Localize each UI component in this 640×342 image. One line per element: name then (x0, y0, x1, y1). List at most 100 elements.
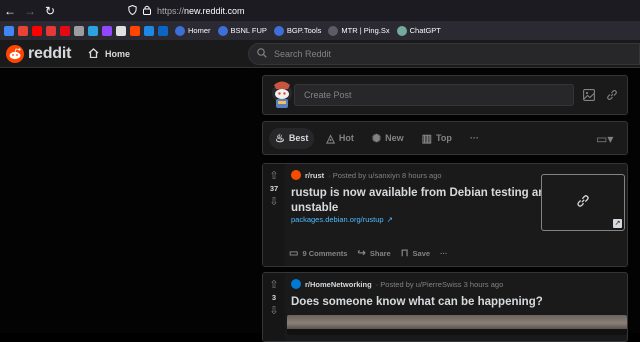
post-title[interactable]: rustup is now available from Debian test… (291, 186, 552, 216)
twitch-icon[interactable] (102, 25, 112, 36)
image-upload-icon[interactable] (583, 89, 595, 104)
posted-by: · Posted by u/sanxiyn 8 hours ago (328, 170, 442, 180)
comment-icon: ▭ (289, 248, 299, 259)
url-host: new.reddit.com (184, 5, 245, 16)
reload-icon[interactable]: ↻ (40, 0, 60, 21)
sort-label: New (385, 133, 404, 143)
red-square-icon[interactable] (46, 25, 56, 36)
upvote-icon[interactable]: ⇧ (269, 279, 278, 291)
more-options-button[interactable]: ··· (440, 248, 448, 259)
save-button[interactable]: ⊓ Save (401, 248, 430, 259)
reddit-snoo-icon (6, 44, 24, 63)
subreddit-link[interactable]: r/HomeNetworking (305, 280, 372, 289)
x-icon[interactable] (116, 25, 126, 36)
edge-icon[interactable] (144, 25, 154, 36)
reddit-icon[interactable] (130, 25, 140, 36)
lock-icon[interactable] (143, 5, 151, 17)
flame-icon: ◬ (326, 132, 335, 145)
bookmark-item[interactable]: Homer (175, 25, 211, 36)
search-box[interactable]: Search Reddit (248, 43, 640, 65)
bookmark-item[interactable]: BGP.Tools (273, 25, 322, 36)
browser-toolbar: ← → ↻ https://new.reddit.com (0, 0, 640, 21)
forward-icon[interactable]: → (20, 0, 40, 21)
youtube-icon[interactable] (32, 25, 42, 36)
subreddit-icon[interactable] (291, 170, 301, 180)
url-text[interactable]: https://new.reddit.com (157, 6, 245, 16)
bookmark-item[interactable]: ChatGPT (396, 25, 441, 36)
posted-by: · Posted by u/PierreSwiss 3 hours ago (375, 279, 504, 289)
sort-top-button[interactable]: ▥ Top (416, 128, 458, 149)
bookmark-label: MTR | Ping.Sx (341, 26, 390, 35)
subreddit-icon[interactable] (291, 279, 301, 289)
bookmarks-bar: Homer BSNL FUP BGP.Tools MTR | Ping.Sx ChatG… (0, 21, 640, 40)
layout-toggle-icon[interactable]: ▭▾ (596, 132, 613, 146)
sparkle-icon: ✺ (371, 132, 382, 145)
gmail-icon[interactable] (18, 25, 28, 36)
globe-icon (273, 25, 284, 36)
subreddit-link[interactable]: r/rust (305, 171, 324, 180)
post-title-line: Does someone know what can be happening? (291, 296, 543, 308)
shield-icon[interactable] (128, 4, 137, 17)
sort-label: Hot (338, 133, 354, 143)
sort-new-button[interactable]: ✺ New (366, 128, 410, 149)
upvote-icon[interactable]: ⇧ (269, 170, 278, 182)
post-actions: ▭ 9 Comments ↪ Share ⊓ Save ··· (289, 248, 448, 259)
bookmark-label: BGP.Tools (286, 26, 322, 35)
post-image-preview[interactable] (287, 315, 627, 335)
share-icon: ↪ (357, 248, 366, 259)
home-dropdown[interactable]: Home (84, 43, 234, 65)
reddit-wordmark: reddit (28, 44, 72, 62)
post-card[interactable]: ⇧ 3 ⇩ r/HomeNetworking · Posted by u/Pie… (262, 272, 628, 342)
post-thumbnail[interactable]: ↗ (541, 174, 625, 231)
post-link[interactable]: packages.debian.org/rustup ↗ (291, 215, 393, 224)
grid-icon[interactable] (74, 25, 84, 36)
sort-more-button[interactable]: ··· (464, 129, 485, 147)
vote-column: ⇧ 3 ⇩ (263, 273, 285, 341)
linkedin-icon[interactable] (158, 25, 168, 36)
bar-chart-icon: ▥ (421, 132, 432, 145)
save-label: Save (412, 249, 431, 258)
google-icon[interactable] (4, 25, 14, 36)
bookmark-label: Homer (188, 26, 211, 35)
telegram-icon[interactable] (88, 25, 98, 36)
share-button[interactable]: ↪ Share (357, 248, 390, 259)
sort-best-button[interactable]: ♨ Best (269, 127, 315, 149)
globe-icon (175, 25, 185, 36)
post-meta: r/HomeNetworking · Posted by u/PierreSwi… (291, 279, 503, 289)
link-icon (576, 194, 590, 211)
sort-bar: ♨ Best ◬ Hot ✺ New ▥ Top ··· ▭▾ (262, 121, 628, 155)
downvote-icon[interactable]: ⇩ (269, 305, 278, 317)
share-label: Share (369, 249, 391, 258)
downvote-icon[interactable]: ⇩ (269, 196, 278, 208)
chatgpt-icon (396, 25, 407, 36)
bookmark-label: BSNL FUP (230, 26, 267, 35)
home-icon (88, 48, 99, 60)
create-post-card: Create Post (262, 75, 628, 115)
globe-icon (217, 25, 228, 36)
bookmark-icon: ⊓ (400, 248, 409, 259)
expand-icon[interactable]: ↗ (613, 219, 622, 228)
comments-button[interactable]: ▭ 9 Comments (289, 248, 347, 259)
post-score: 37 (269, 184, 279, 193)
create-post-input[interactable]: Create Post (294, 84, 574, 106)
avatar[interactable] (269, 80, 295, 110)
post-title[interactable]: Does someone know what can be happening? (291, 295, 543, 310)
bookmark-item[interactable]: BSNL FUP (217, 25, 267, 36)
sort-hot-button[interactable]: ◬ Hot (320, 128, 359, 149)
rocket-icon: ♨ (275, 132, 285, 145)
external-link-icon: ↗ (386, 215, 393, 224)
sort-label: Best (288, 133, 309, 143)
post-title-line: unstable (291, 202, 339, 214)
post-card[interactable]: ⇧ 37 ⇩ r/rust · Posted by u/sanxiyn 8 ho… (262, 163, 628, 267)
bookmark-item[interactable]: MTR | Ping.Sx (328, 25, 390, 36)
netflix-icon[interactable] (60, 25, 70, 36)
url-bar[interactable]: https://new.reddit.com (128, 2, 245, 19)
search-input[interactable]: Search Reddit (274, 49, 331, 59)
link-icon[interactable] (606, 89, 618, 104)
url-protocol: https:// (157, 5, 185, 16)
reddit-logo[interactable]: reddit (6, 44, 72, 63)
vote-column: ⇧ 37 ⇩ (263, 164, 285, 266)
post-title-line: rustup is now available from Debian test… (291, 187, 553, 199)
home-label: Home (105, 49, 131, 59)
back-icon[interactable]: ← (0, 0, 20, 21)
